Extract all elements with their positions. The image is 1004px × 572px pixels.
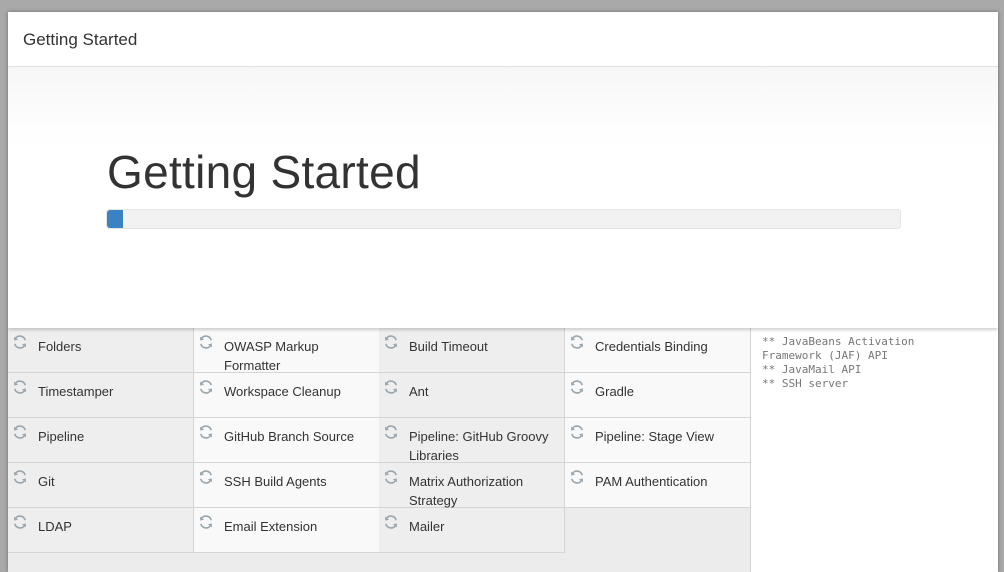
refresh-icon [12,469,28,485]
plugin-item: Ant [379,373,565,418]
refresh-icon [569,379,585,395]
refresh-icon [198,334,214,350]
plugin-grid: Folders OWASP Markup Formatter Build Timeo… [8,328,751,572]
plugin-item: Gradle [565,373,751,418]
plugin-item: Folders [8,328,194,373]
refresh-icon [383,334,399,350]
refresh-icon [198,514,214,530]
plugin-label: Timestamper [38,384,114,399]
plugin-label: Mailer [409,519,445,534]
refresh-icon [12,424,28,440]
install-progress-fill [107,210,123,228]
plugin-label: PAM Authentication [595,474,708,489]
plugin-label: Pipeline [38,429,85,444]
page-title: Getting Started [107,146,421,198]
plugin-label: Pipeline: GitHub Groovy Libraries [409,429,549,463]
refresh-icon [569,469,585,485]
plugin-label: LDAP [38,519,72,534]
plugin-item: SSH Build Agents [194,463,380,508]
plugin-label: Workspace Cleanup [224,384,341,399]
plugin-item: Matrix Authorization Strategy [379,463,565,508]
plugin-item: GitHub Branch Source [194,418,380,463]
refresh-icon [383,424,399,440]
log-line: Framework (JAF) API [762,349,888,362]
plugin-item: Workspace Cleanup [194,373,380,418]
plugin-item: Pipeline: GitHub Groovy Libraries [379,418,565,463]
plugin-item: Credentials Binding [565,328,751,373]
plugin-label: Gradle [595,384,635,399]
log-line: ** JavaBeans Activation [762,335,915,348]
install-progress-bar [106,209,901,229]
refresh-icon [383,469,399,485]
log-line: ** SSH server [762,377,849,390]
plugin-item: Email Extension [194,508,380,553]
plugin-item: Timestamper [8,373,194,418]
plugin-item: OWASP Markup Formatter [194,328,380,373]
refresh-icon [198,469,214,485]
hero-panel: Getting Started [8,67,998,328]
refresh-icon [198,379,214,395]
plugin-item: Pipeline: Stage View [565,418,751,463]
plugin-label: OWASP Markup Formatter [224,339,319,373]
plugin-label: GitHub Branch Source [224,429,355,444]
plugin-item: Pipeline [8,418,194,463]
refresh-icon [12,334,28,350]
plugin-label: SSH Build Agents [224,474,327,489]
plugin-label: Pipeline: Stage View [595,429,715,444]
refresh-icon [569,334,585,350]
plugin-label: Matrix Authorization Strategy [409,474,524,508]
refresh-icon [569,424,585,440]
refresh-icon [12,514,28,530]
dialog-header: Getting Started [8,12,998,67]
dialog-title: Getting Started [23,30,138,49]
plugin-item: Mailer [379,508,565,553]
plugin-label: Credentials Binding [595,339,708,354]
plugin-item: LDAP [8,508,194,553]
plugin-label: Folders [38,339,82,354]
plugin-label: Build Timeout [409,339,488,354]
refresh-icon [383,514,399,530]
refresh-icon [12,379,28,395]
install-log: ** JavaBeans Activation Framework (JAF) A… [750,328,998,572]
plugin-label: Email Extension [224,519,318,534]
refresh-icon [198,424,214,440]
log-line: ** JavaMail API [762,363,862,376]
refresh-icon [383,379,399,395]
plugin-item: Git [8,463,194,508]
plugin-item: Build Timeout [379,328,565,373]
setup-dialog: Getting Started Getting Started Folders O… [8,12,998,572]
plugin-label: Ant [409,384,429,399]
plugin-item: PAM Authentication [565,463,751,508]
plugin-label: Git [38,474,55,489]
